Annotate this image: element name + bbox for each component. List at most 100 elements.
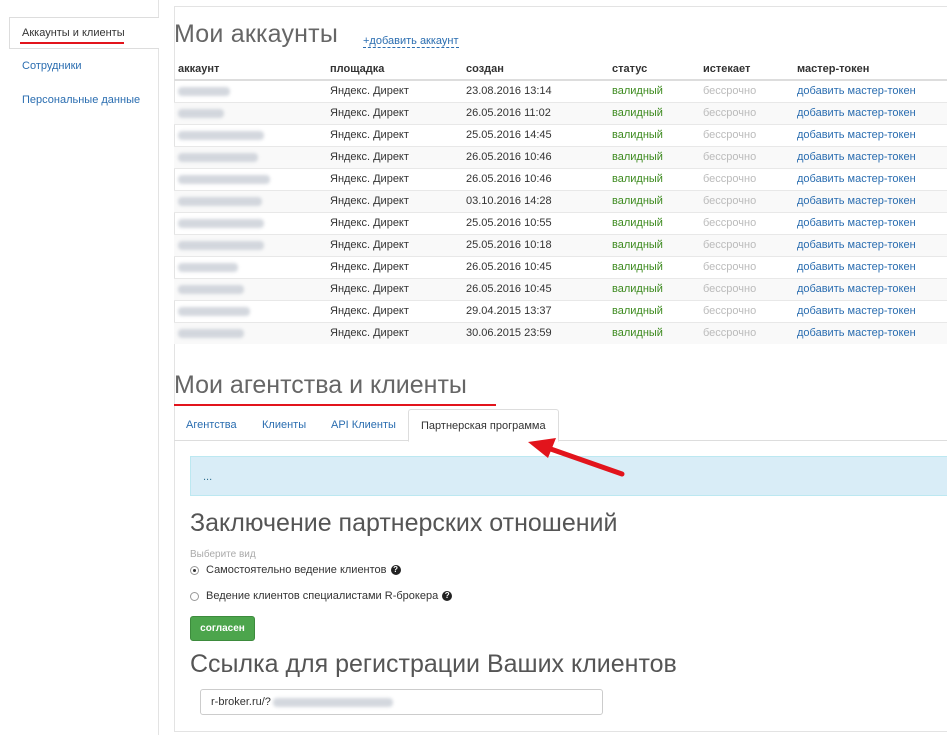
radio-unselected[interactable]	[190, 591, 199, 601]
add-master-token-link[interactable]: добавить мастер-токен	[793, 101, 947, 124]
tab-clients[interactable]: Клиенты	[250, 409, 318, 441]
account-cell	[174, 255, 326, 278]
redacted-account-name	[178, 196, 262, 206]
partner-section-title: Заключение партнерских отношений	[190, 509, 618, 537]
add-master-token-link[interactable]: добавить мастер-токен	[793, 123, 947, 146]
table-row: Яндекс. Директ 25.05.2016 14:45 валидный бе…	[174, 123, 947, 146]
table-row: Яндекс. Директ 23.08.2016 13:14 валидный бе…	[174, 79, 947, 102]
add-account-link[interactable]: +добавить аккаунт	[363, 35, 459, 48]
redacted-account-name	[178, 174, 270, 184]
platform-cell: Яндекс. Директ	[326, 255, 462, 278]
status-cell: валидный	[608, 255, 699, 278]
sidebar-item-personal-data[interactable]: Персональные данные	[0, 84, 140, 117]
expires-cell: бессрочно	[699, 211, 793, 234]
created-cell: 26.05.2016 10:45	[462, 255, 608, 278]
tab-agencies[interactable]: Агентства	[174, 409, 249, 441]
registration-link-title: Ссылка для регистрации Ваших клиентов	[190, 650, 677, 678]
expires-cell: бессрочно	[699, 277, 793, 300]
created-cell: 26.05.2016 10:46	[462, 167, 608, 190]
expires-cell: бессрочно	[699, 255, 793, 278]
expires-cell: бессрочно	[699, 101, 793, 124]
status-cell: валидный	[608, 123, 699, 146]
add-master-token-link[interactable]: добавить мастер-токен	[793, 145, 947, 168]
redacted-account-name	[178, 130, 264, 140]
created-cell: 03.10.2016 14:28	[462, 189, 608, 212]
account-cell	[174, 145, 326, 168]
platform-cell: Яндекс. Директ	[326, 189, 462, 212]
created-cell: 25.05.2016 14:45	[462, 123, 608, 146]
col-created: создан	[462, 58, 608, 81]
add-master-token-link[interactable]: добавить мастер-токен	[793, 189, 947, 212]
expires-cell: бессрочно	[699, 233, 793, 256]
col-account: аккаунт	[174, 58, 326, 81]
option-label: Ведение клиентов специалистами R-брокера	[206, 590, 439, 602]
option-self-management[interactable]: Самостоятельно ведение клиентов ?	[190, 564, 401, 576]
table-row: Яндекс. Директ 03.10.2016 14:28 валидный бе…	[174, 189, 947, 212]
created-cell: 26.05.2016 11:02	[462, 101, 608, 124]
table-row: Яндекс. Директ 25.05.2016 10:55 валидный бе…	[174, 211, 947, 234]
tab-partner-program[interactable]: Партнерская программа	[408, 409, 559, 442]
radio-selected[interactable]	[190, 565, 199, 575]
created-cell: 25.05.2016 10:18	[462, 233, 608, 256]
platform-cell: Яндекс. Директ	[326, 277, 462, 300]
platform-cell: Яндекс. Директ	[326, 233, 462, 256]
account-cell	[174, 321, 326, 344]
table-row: Яндекс. Директ 26.05.2016 11:02 валидный бе…	[174, 101, 947, 124]
add-master-token-link[interactable]: добавить мастер-токен	[793, 277, 947, 300]
agencies-title-underline	[174, 404, 496, 406]
platform-cell: Яндекс. Директ	[326, 145, 462, 168]
option-specialists-management[interactable]: Ведение клиентов специалистами R-брокера…	[190, 590, 453, 602]
add-master-token-link[interactable]: добавить мастер-токен	[793, 255, 947, 278]
created-cell: 25.05.2016 10:55	[462, 211, 608, 234]
tab-api-clients[interactable]: API Клиенты	[319, 409, 408, 441]
account-cell	[174, 233, 326, 256]
registration-link-field[interactable]: r-broker.ru/?	[200, 689, 603, 715]
created-cell: 26.05.2016 10:46	[462, 145, 608, 168]
account-cell	[174, 101, 326, 124]
redacted-account-name	[178, 262, 238, 272]
expires-cell: бессрочно	[699, 299, 793, 322]
table-row: Яндекс. Директ 25.05.2016 10:18 валидный бе…	[174, 233, 947, 256]
table-row: Яндекс. Директ 26.05.2016 10:46 валидный бе…	[174, 167, 947, 190]
platform-cell: Яндекс. Директ	[326, 167, 462, 190]
add-master-token-link[interactable]: добавить мастер-токен	[793, 79, 947, 102]
account-cell	[174, 211, 326, 234]
add-master-token-link[interactable]: добавить мастер-токен	[793, 233, 947, 256]
help-icon[interactable]: ?	[390, 565, 401, 575]
platform-cell: Яндекс. Директ	[326, 299, 462, 322]
platform-cell: Яндекс. Директ	[326, 101, 462, 124]
redacted-account-name	[178, 108, 224, 118]
add-master-token-link[interactable]: добавить мастер-токен	[793, 167, 947, 190]
agree-button[interactable]: согласен	[190, 616, 255, 641]
account-cell	[174, 123, 326, 146]
created-cell: 30.06.2015 23:59	[462, 321, 608, 344]
main-content: Мои аккаунты +добавить аккаунт аккаунт п…	[160, 0, 947, 735]
redacted-account-name	[178, 86, 230, 96]
account-cell	[174, 79, 326, 102]
registration-link-value: r-broker.ru/?	[211, 696, 271, 708]
platform-cell: Яндекс. Директ	[326, 123, 462, 146]
redacted-account-name	[178, 218, 264, 228]
table-row: Яндекс. Директ 26.05.2016 10:46 валидный бе…	[174, 145, 947, 168]
expires-cell: бессрочно	[699, 321, 793, 344]
add-master-token-link[interactable]: добавить мастер-токен	[793, 321, 947, 344]
status-cell: валидный	[608, 211, 699, 234]
created-cell: 29.04.2015 13:37	[462, 299, 608, 322]
col-platform: площадка	[326, 58, 462, 81]
sidebar-item-accounts-clients[interactable]: Аккаунты и клиенты	[9, 17, 159, 49]
agency-tabs: Агентства Клиенты API Клиенты Партнерска…	[174, 409, 947, 442]
table-row: Яндекс. Директ 26.05.2016 10:45 валидный бе…	[174, 277, 947, 300]
table-row: Яндекс. Директ 26.05.2016 10:45 валидный бе…	[174, 255, 947, 278]
redacted-account-name	[178, 306, 250, 316]
add-master-token-link[interactable]: добавить мастер-токен	[793, 211, 947, 234]
created-cell: 23.08.2016 13:14	[462, 79, 608, 102]
add-master-token-link[interactable]: добавить мастер-токен	[793, 299, 947, 322]
status-cell: валидный	[608, 101, 699, 124]
table-row: Яндекс. Директ 30.06.2015 23:59 валидный бе…	[174, 321, 947, 344]
help-icon[interactable]: ?	[442, 591, 453, 601]
created-cell: 26.05.2016 10:45	[462, 277, 608, 300]
status-cell: валидный	[608, 277, 699, 300]
table-header-row: аккаунт площадка создан статус истекает …	[174, 58, 947, 81]
sidebar-item-employees[interactable]: Сотрудники	[0, 50, 82, 83]
status-cell: валидный	[608, 167, 699, 190]
